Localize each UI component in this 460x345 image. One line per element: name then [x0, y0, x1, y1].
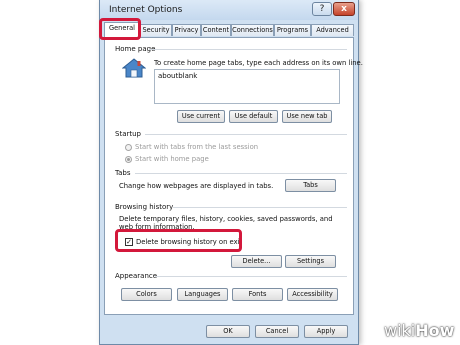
- fonts-button[interactable]: Fonts: [232, 288, 283, 301]
- tab-advanced[interactable]: Advanced: [311, 24, 354, 36]
- startup-home-page-label: Start with home page: [135, 155, 209, 163]
- close-button[interactable]: x: [333, 2, 355, 16]
- tabs-heading: Tabs: [115, 169, 131, 177]
- tabs-settings-button[interactable]: Tabs: [285, 179, 336, 192]
- languages-button[interactable]: Languages: [177, 288, 228, 301]
- home-page-description: To create home page tabs, type each addr…: [154, 59, 363, 67]
- settings-button[interactable]: Settings: [285, 255, 336, 268]
- apply-button[interactable]: Apply: [304, 325, 348, 338]
- section-divider: [155, 276, 347, 277]
- section-divider: [149, 49, 347, 50]
- title-bar: Internet Options ? x: [100, 0, 358, 20]
- watermark-part2: How: [415, 321, 455, 340]
- section-divider: [145, 134, 347, 135]
- watermark-part1: wiki: [384, 321, 416, 340]
- window-title: Internet Options: [109, 5, 183, 15]
- section-divider: [173, 207, 347, 208]
- tab-connections[interactable]: Connections: [231, 24, 274, 36]
- tab-privacy[interactable]: Privacy: [172, 24, 201, 36]
- appearance-heading: Appearance: [115, 272, 158, 280]
- tab-strip: General Security Privacy Content Connect…: [104, 22, 354, 37]
- tab-programs[interactable]: Programs: [274, 24, 311, 36]
- delete-on-exit-highlight: [115, 229, 242, 252]
- tab-security[interactable]: Security: [140, 24, 172, 36]
- use-new-tab-button[interactable]: Use new tab: [282, 110, 332, 123]
- startup-last-session-label: Start with tabs from the last session: [135, 143, 259, 151]
- wikihow-watermark: wikiHow: [384, 321, 454, 340]
- browsing-history-description-line1: Delete temporary files, history, cookies…: [119, 215, 333, 223]
- general-tab-highlight: [99, 18, 141, 40]
- home-page-address-field[interactable]: aboutblank: [154, 69, 340, 104]
- use-current-button[interactable]: Use current: [177, 110, 225, 123]
- cancel-button[interactable]: Cancel: [255, 325, 299, 338]
- tab-content[interactable]: Content: [201, 24, 231, 36]
- internet-options-dialog: Internet Options ? x General Security Pr…: [99, 0, 363, 345]
- colors-button[interactable]: Colors: [121, 288, 172, 301]
- help-button[interactable]: ?: [312, 2, 332, 16]
- startup-home-page-radio[interactable]: [125, 156, 132, 163]
- delete-button[interactable]: Delete...: [231, 255, 282, 268]
- use-default-button[interactable]: Use default: [229, 110, 278, 123]
- browsing-history-heading: Browsing history: [115, 203, 174, 211]
- startup-last-session-radio[interactable]: [125, 144, 132, 151]
- section-divider: [135, 173, 347, 174]
- general-tab-panel: Home page To create home page tabs, type…: [104, 37, 363, 315]
- accessibility-button[interactable]: Accessibility: [287, 288, 338, 301]
- startup-heading: Startup: [115, 130, 141, 138]
- house-icon: [122, 58, 146, 78]
- tabs-description: Change how webpages are displayed in tab…: [119, 182, 274, 190]
- ok-button[interactable]: OK: [206, 325, 250, 338]
